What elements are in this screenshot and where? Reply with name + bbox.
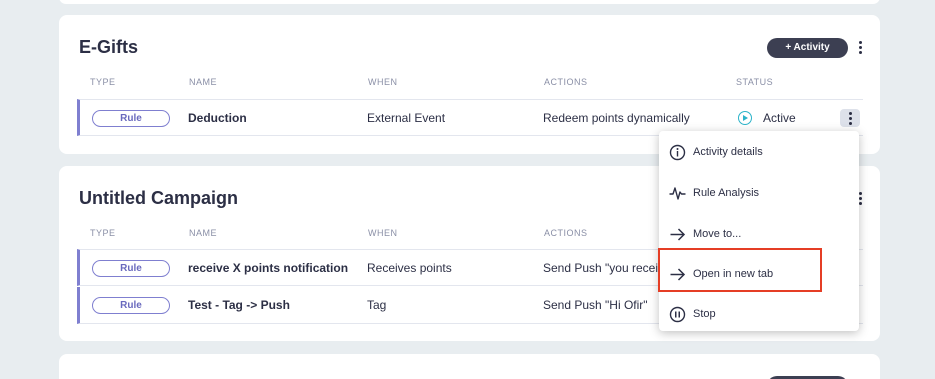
header-status: STATUS xyxy=(736,77,774,87)
rule-type-badge: Rule xyxy=(92,297,170,314)
status-label: Active xyxy=(763,111,796,125)
campaign-more-icon[interactable] xyxy=(859,41,863,56)
menu-item-rule-analysis[interactable]: Rule Analysis xyxy=(659,174,859,212)
campaign-title: E-Gifts xyxy=(79,37,139,57)
activity-when: Receives points xyxy=(367,261,452,275)
menu-item-label: Stop xyxy=(693,308,716,320)
activity-name: Test - Tag -> Push xyxy=(188,298,290,312)
activity-when: Tag xyxy=(367,298,387,312)
campaign-title: Untitled Campaign xyxy=(79,188,239,208)
info-icon xyxy=(669,144,686,161)
menu-item-label: Activity details xyxy=(693,146,763,158)
header-name: NAME xyxy=(189,228,218,238)
rule-type-badge: Rule xyxy=(92,260,170,277)
header-actions: ACTIONS xyxy=(544,228,588,238)
activity-actions: Send Push "you recei xyxy=(543,261,658,275)
activity-name: Deduction xyxy=(188,111,247,125)
play-icon xyxy=(738,111,752,125)
activity-actions: Redeem points dynamically xyxy=(543,111,690,125)
activity-actions: Send Push "Hi Ofir" xyxy=(543,298,648,312)
campaign-card-next xyxy=(59,354,880,379)
arrow-right-icon xyxy=(670,228,686,241)
menu-item-stop[interactable]: Stop xyxy=(659,295,859,333)
add-activity-button[interactable]: + Activity xyxy=(767,38,848,58)
menu-item-label: Rule Analysis xyxy=(693,187,760,199)
header-when: WHEN xyxy=(368,77,398,87)
menu-item-activity-details[interactable]: Activity details xyxy=(659,133,859,171)
header-type: TYPE xyxy=(90,228,116,238)
header-when: WHEN xyxy=(368,228,398,238)
menu-item-label: Move to... xyxy=(693,228,742,240)
campaign-more-icon[interactable] xyxy=(859,192,863,207)
header-name: NAME xyxy=(189,77,218,87)
pause-icon xyxy=(669,306,686,323)
header-actions: ACTIONS xyxy=(544,77,588,87)
pulse-icon xyxy=(669,187,686,200)
activity-context-menu: Activity details Rule Analysis Move to..… xyxy=(659,131,859,331)
highlight-box xyxy=(658,248,822,292)
rule-type-badge: Rule xyxy=(92,110,170,127)
previous-campaign-card xyxy=(59,0,880,4)
activity-when: External Event xyxy=(367,111,446,125)
row-more-icon[interactable] xyxy=(840,109,860,127)
header-type: TYPE xyxy=(90,77,116,87)
activity-name: receive X points notification xyxy=(188,261,349,275)
